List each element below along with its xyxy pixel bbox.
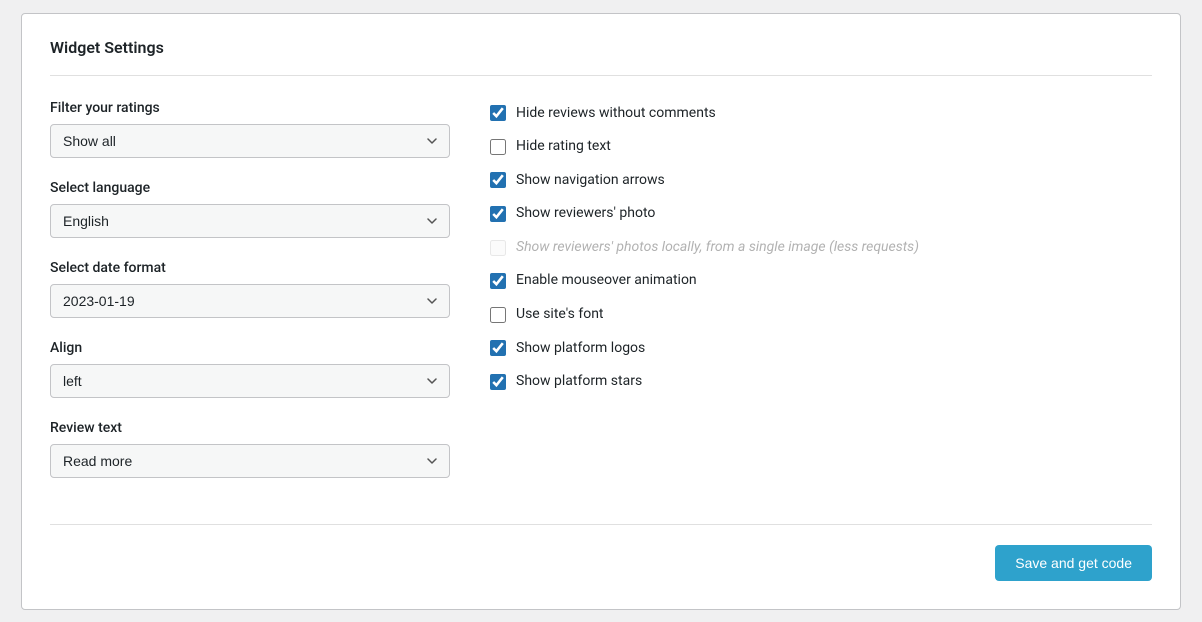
align-select[interactable]: left center right <box>50 364 450 398</box>
show-photos-locally-checkbox <box>490 240 506 256</box>
content-area: Filter your ratings Show all 5 stars 4 s… <box>50 100 1152 500</box>
language-label: Select language <box>50 180 450 196</box>
right-column: Hide reviews without comments Hide ratin… <box>490 100 1152 500</box>
checkbox-show-platform-stars: Show platform stars <box>490 372 1152 392</box>
checkbox-show-photos-locally: Show reviewers' photos locally, from a s… <box>490 238 1152 258</box>
review-text-select[interactable]: Read more Show full Truncate <box>50 444 450 478</box>
widget-settings-container: Widget Settings Filter your ratings Show… <box>21 13 1181 610</box>
left-column: Filter your ratings Show all 5 stars 4 s… <box>50 100 450 500</box>
footer-area: Save and get code <box>50 545 1152 581</box>
language-group: Select language English French German Sp… <box>50 180 450 238</box>
checkbox-enable-mouseover: Enable mouseover animation <box>490 271 1152 291</box>
use-sites-font-checkbox[interactable] <box>490 307 506 323</box>
widget-title: Widget Settings <box>50 38 1152 57</box>
enable-mouseover-label: Enable mouseover animation <box>516 271 697 291</box>
show-nav-arrows-label: Show navigation arrows <box>516 171 665 191</box>
top-divider <box>50 75 1152 76</box>
show-reviewers-photo-label: Show reviewers' photo <box>516 204 655 224</box>
bottom-divider <box>50 524 1152 525</box>
filter-label: Filter your ratings <box>50 100 450 116</box>
checkbox-show-platform-logos: Show platform logos <box>490 339 1152 359</box>
review-text-label: Review text <box>50 420 450 436</box>
show-nav-arrows-checkbox[interactable] <box>490 172 506 188</box>
checkbox-show-nav-arrows: Show navigation arrows <box>490 171 1152 191</box>
checkbox-hide-reviews: Hide reviews without comments <box>490 104 1152 124</box>
hide-rating-text-checkbox[interactable] <box>490 139 506 155</box>
date-group: Select date format 2023-01-19 01/19/2023… <box>50 260 450 318</box>
align-label: Align <box>50 340 450 356</box>
date-select[interactable]: 2023-01-19 01/19/2023 19/01/2023 January… <box>50 284 450 318</box>
checkbox-hide-rating-text: Hide rating text <box>490 137 1152 157</box>
save-button[interactable]: Save and get code <box>995 545 1152 581</box>
hide-rating-text-label: Hide rating text <box>516 137 611 157</box>
review-text-group: Review text Read more Show full Truncate <box>50 420 450 478</box>
align-group: Align left center right <box>50 340 450 398</box>
filter-group: Filter your ratings Show all 5 stars 4 s… <box>50 100 450 158</box>
checkbox-show-reviewers-photo: Show reviewers' photo <box>490 204 1152 224</box>
date-label: Select date format <box>50 260 450 276</box>
show-platform-stars-label: Show platform stars <box>516 372 642 392</box>
filter-select[interactable]: Show all 5 stars 4 stars 3 stars 2 stars… <box>50 124 450 158</box>
hide-reviews-label: Hide reviews without comments <box>516 104 716 124</box>
show-platform-stars-checkbox[interactable] <box>490 374 506 390</box>
language-select[interactable]: English French German Spanish <box>50 204 450 238</box>
show-platform-logos-checkbox[interactable] <box>490 340 506 356</box>
enable-mouseover-checkbox[interactable] <box>490 273 506 289</box>
hide-reviews-checkbox[interactable] <box>490 105 506 121</box>
show-platform-logos-label: Show platform logos <box>516 339 645 359</box>
use-sites-font-label: Use site's font <box>516 305 604 325</box>
show-reviewers-photo-checkbox[interactable] <box>490 206 506 222</box>
show-photos-locally-label: Show reviewers' photos locally, from a s… <box>516 238 919 258</box>
checkbox-use-sites-font: Use site's font <box>490 305 1152 325</box>
